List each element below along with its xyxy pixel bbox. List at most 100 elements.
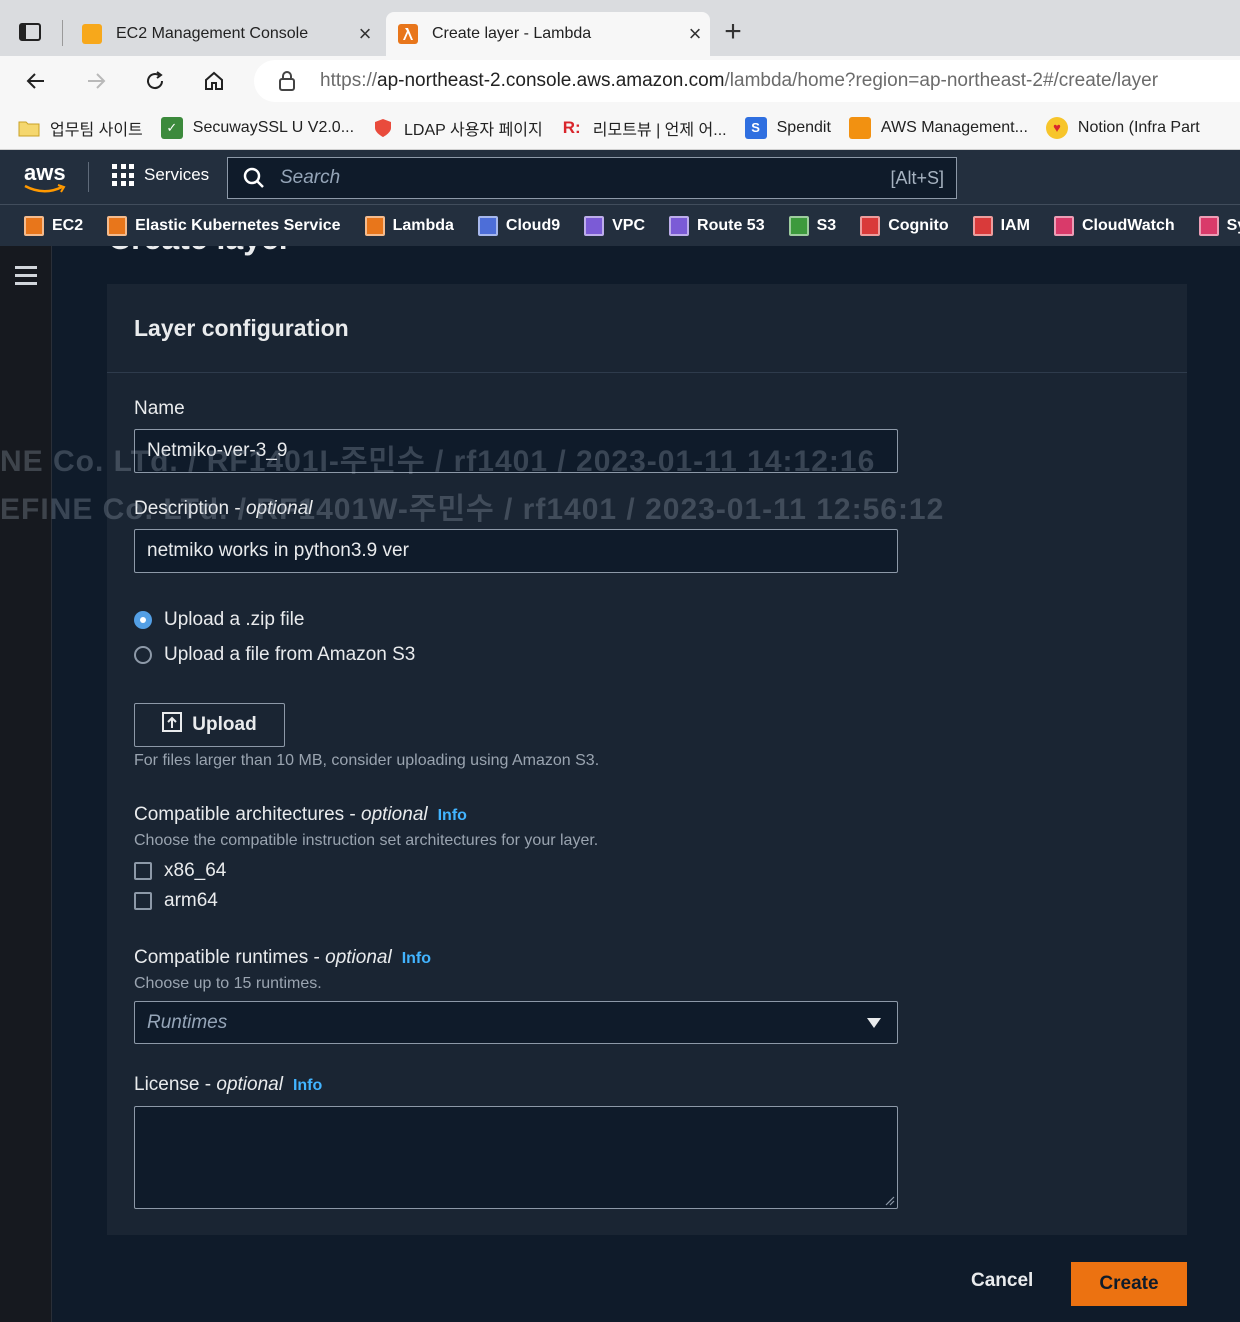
name-field[interactable]: Netmiko-ver-3_9 — [134, 429, 898, 473]
shield-icon — [372, 117, 394, 139]
favorite-label: Cognito — [888, 216, 949, 234]
systems-manager-icon — [1198, 215, 1219, 236]
favorite-label: Elastic Kubernetes Service — [135, 216, 341, 234]
bookmark-item[interactable]: AWS Management... — [848, 116, 1028, 139]
cloudwatch-icon — [1053, 215, 1074, 236]
tab-title: Create layer - Lambda — [432, 25, 592, 42]
new-tab-icon[interactable]: + — [720, 16, 746, 48]
upload-icon — [162, 712, 183, 738]
aws-logo[interactable]: aws — [24, 160, 66, 186]
description-label: Description - optional — [134, 498, 313, 519]
vpc-icon — [584, 215, 605, 236]
license-field[interactable] — [134, 1106, 898, 1209]
description-field[interactable]: netmiko works in python3.9 ver — [134, 529, 898, 573]
upload-button-label: Upload — [192, 714, 257, 735]
route53-icon — [669, 215, 690, 236]
eks-icon — [107, 215, 128, 236]
browser-tab-bar: EC2 Management Console × Create layer - … — [0, 0, 1240, 56]
checkbox-icon — [134, 892, 152, 910]
lambda-icon — [364, 215, 385, 236]
create-button[interactable]: Create — [1071, 1262, 1187, 1306]
url-field[interactable]: https://ap-northeast-2.console.aws.amazo… — [254, 60, 1240, 102]
grid-icon — [112, 164, 134, 186]
spendit-icon: S — [744, 116, 767, 139]
favorite-label: S3 — [816, 216, 837, 234]
runtimes-hint: Choose up to 15 runtimes. — [134, 975, 322, 992]
services-label: Services — [144, 165, 210, 184]
tab-ec2[interactable]: EC2 Management Console × — [70, 12, 380, 56]
radio-upload-s3[interactable]: Upload a file from Amazon S3 — [134, 644, 415, 666]
info-link[interactable]: Info — [402, 950, 431, 967]
home-icon[interactable] — [200, 67, 228, 95]
checkbox-icon — [134, 862, 152, 880]
favorite-cloudwatch[interactable]: CloudWatch — [1053, 215, 1175, 236]
favorite-route53[interactable]: Route 53 — [669, 215, 765, 236]
favorite-vpc[interactable]: VPC — [584, 215, 646, 236]
address-bar: https://ap-northeast-2.console.aws.amazo… — [0, 56, 1240, 106]
runtimes-placeholder: Runtimes — [147, 1011, 228, 1033]
checkbox-arm64[interactable]: arm64 — [134, 890, 218, 912]
bookmark-label: Notion (Infra Part — [1077, 118, 1200, 136]
search-shortcut: [Alt+S] — [890, 167, 944, 188]
lock-icon[interactable] — [254, 70, 320, 92]
favorite-cognito[interactable]: Cognito — [860, 215, 949, 236]
info-link[interactable]: Info — [293, 1077, 322, 1094]
runtimes-select[interactable]: Runtimes — [134, 1001, 898, 1044]
cloud9-icon — [477, 215, 498, 236]
bookmark-item[interactable]: S Spendit — [744, 116, 831, 139]
architectures-hint: Choose the compatible instruction set ar… — [134, 832, 599, 849]
favorite-eks[interactable]: Elastic Kubernetes Service — [107, 215, 341, 236]
bookmark-label: AWS Management... — [880, 118, 1028, 136]
checkbox-x86-64[interactable]: x86_64 — [134, 860, 226, 882]
favorite-iam[interactable]: IAM — [972, 215, 1030, 236]
bookmarks-bar: 업무팀 사이트 ✓ SecuwaySSL U V2.0... LDAP 사용자 … — [0, 106, 1240, 150]
bookmark-label: SecuwaySSL U V2.0... — [192, 118, 355, 136]
favorite-label: VPC — [612, 216, 646, 234]
radio-upload-zip[interactable]: Upload a .zip file — [134, 609, 304, 631]
globe-network-icon: ✓ — [160, 116, 183, 139]
info-link[interactable]: Info — [438, 807, 467, 824]
upload-button[interactable]: Upload — [134, 703, 285, 747]
close-icon[interactable]: × — [680, 21, 710, 47]
favorite-lambda[interactable]: Lambda — [364, 215, 454, 236]
services-menu-button[interactable]: Services — [112, 164, 209, 186]
resize-grip-icon[interactable] — [885, 1196, 895, 1206]
favorite-label: Syste — [1226, 216, 1240, 234]
favorites-bar: EC2 Elastic Kubernetes Service Lambda Cl… — [0, 204, 1240, 246]
iam-icon — [972, 215, 993, 236]
s3-icon — [788, 215, 809, 236]
forward-icon[interactable] — [82, 67, 110, 95]
favorite-label: Lambda — [392, 216, 454, 234]
url-text: https://ap-northeast-2.console.aws.amazo… — [320, 70, 1159, 91]
caret-down-icon — [867, 1017, 881, 1028]
cancel-button[interactable]: Cancel — [971, 1270, 1033, 1292]
tab-lambda[interactable]: Create layer - Lambda × — [386, 12, 710, 56]
bookmark-item[interactable]: R: 리모트뷰 | 언제 어... — [561, 116, 727, 140]
bookmark-item[interactable]: LDAP 사용자 페이지 — [372, 116, 543, 140]
search-placeholder: Search — [280, 167, 341, 188]
refresh-icon[interactable] — [141, 67, 169, 95]
checkbox-label: arm64 — [164, 890, 218, 911]
close-icon[interactable]: × — [350, 21, 380, 47]
tab-actions-icon[interactable] — [16, 18, 44, 46]
bookmark-item[interactable]: 업무팀 사이트 — [18, 116, 143, 140]
favorite-label: IAM — [1000, 216, 1030, 234]
favorite-label: Cloud9 — [505, 216, 561, 234]
bookmark-item[interactable]: ♥ Notion (Infra Part — [1045, 116, 1200, 139]
aws-cube-icon — [848, 116, 871, 139]
search-input[interactable]: Search [Alt+S] — [227, 157, 957, 199]
bookmark-item[interactable]: ✓ SecuwaySSL U V2.0... — [160, 116, 355, 139]
favorite-s3[interactable]: S3 — [788, 215, 837, 236]
emoji-heart-eyes-icon: ♥ — [1045, 116, 1068, 139]
bookmark-label: LDAP 사용자 페이지 — [404, 121, 543, 139]
upload-hint: For files larger than 10 MB, consider up… — [134, 752, 600, 769]
menu-icon[interactable] — [15, 266, 37, 290]
search-icon — [228, 167, 280, 189]
favorite-cloud9[interactable]: Cloud9 — [477, 215, 561, 236]
bookmark-label: 리모트뷰 | 언제 어... — [592, 121, 727, 139]
main-content: Create layer Layer configuration Name Ne… — [52, 246, 1240, 1322]
lambda-favicon-icon — [398, 24, 418, 44]
favorite-systems-manager[interactable]: Syste — [1198, 215, 1240, 236]
favorite-ec2[interactable]: EC2 — [24, 215, 83, 236]
back-icon[interactable] — [22, 67, 50, 95]
